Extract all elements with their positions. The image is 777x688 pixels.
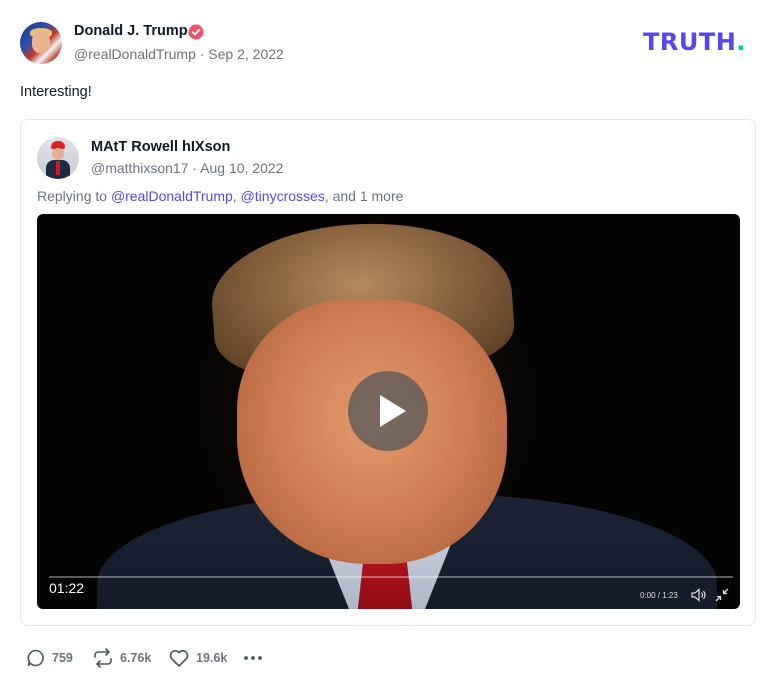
replying-to: Replying to @realDonaldTrump, @tinycross…	[37, 188, 403, 204]
brand-dot: .	[736, 28, 746, 56]
heart-icon	[169, 650, 189, 667]
video-progress-bar[interactable]	[49, 576, 733, 578]
avatar-head	[52, 148, 64, 160]
quoted-post[interactable]: MAtT Rowell hIXson @matthixson17 · Aug 1…	[20, 119, 756, 626]
quote-author-meta: @matthixson17 · Aug 10, 2022	[91, 160, 284, 176]
retruth-icon	[94, 648, 112, 668]
video-player[interactable]: 01:22 0:00 / 1:23	[37, 214, 740, 609]
more-icon	[244, 656, 262, 660]
more-button[interactable]	[243, 646, 263, 670]
verified-icon	[188, 24, 204, 40]
post-text: Interesting!	[20, 84, 92, 100]
mention-link[interactable]: @tinycrosses	[241, 188, 325, 204]
reply-suffix[interactable]: , and 1 more	[325, 188, 404, 204]
like-count: 19.6k	[196, 651, 228, 665]
retruth-button[interactable]: 6.76k	[92, 646, 151, 670]
reply-button[interactable]: 759	[26, 646, 73, 670]
author-name[interactable]: Donald J. Trump	[74, 23, 188, 39]
retruth-count: 6.76k	[120, 651, 152, 665]
mention-link[interactable]: @realDonaldTrump	[111, 188, 233, 204]
play-icon	[380, 395, 406, 427]
video-duration: 01:22	[49, 580, 85, 596]
minimize-icon[interactable]	[715, 588, 729, 602]
avatar-face	[32, 31, 50, 53]
author-meta: @realDonaldTrump · Sep 2, 2022	[74, 46, 284, 62]
play-button[interactable]	[348, 371, 428, 451]
brand-text: TRUTH	[643, 28, 737, 56]
reply-prefix: Replying to	[37, 188, 111, 204]
quote-author-name[interactable]: MAtT Rowell hIXson	[91, 139, 230, 155]
volume-icon[interactable]	[691, 588, 707, 602]
truth-logo[interactable]: TRUTH.	[643, 28, 746, 56]
avatar-tie	[56, 161, 60, 175]
quote-author-avatar[interactable]	[37, 137, 79, 179]
author-avatar[interactable]	[20, 22, 62, 64]
reply-separator: ,	[232, 188, 241, 204]
reply-icon	[27, 649, 44, 667]
like-button[interactable]: 19.6k	[168, 646, 227, 670]
reply-count: 759	[52, 651, 73, 665]
video-time: 0:00 / 1:23	[640, 591, 678, 600]
